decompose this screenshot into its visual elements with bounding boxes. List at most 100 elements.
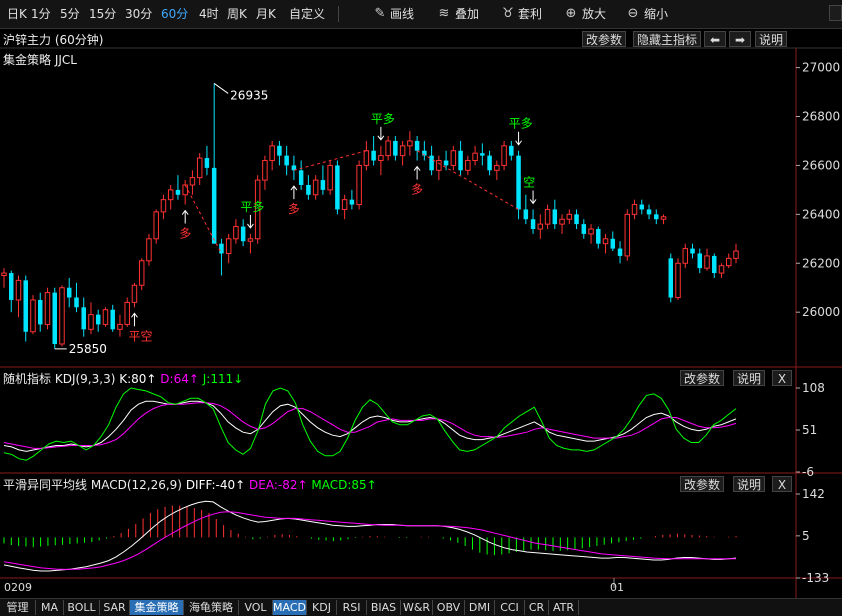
candle-body xyxy=(494,164,500,171)
tab-obv-12[interactable]: OBV xyxy=(433,600,465,615)
tab-atr-16[interactable]: ATR xyxy=(549,600,579,615)
candle xyxy=(102,307,109,327)
signal-label: 平多 xyxy=(371,112,395,126)
tab-rsi-9[interactable]: RSI xyxy=(337,600,367,615)
candle xyxy=(81,297,86,337)
candle-body xyxy=(74,297,79,308)
candle xyxy=(682,243,689,269)
candle-body xyxy=(712,255,717,274)
candle xyxy=(175,175,181,200)
chart-canvas[interactable]: 108 51 -6 142 5 -133 27000 26800 26600 26400 262… xyxy=(0,0,842,615)
candle-body xyxy=(95,314,101,325)
candle xyxy=(225,233,232,264)
candle-body xyxy=(660,216,667,220)
candle-body xyxy=(530,219,536,230)
candle xyxy=(733,243,739,264)
candle xyxy=(95,309,101,332)
candle xyxy=(588,224,594,244)
candle xyxy=(668,253,674,303)
candle-body xyxy=(363,150,370,166)
candle xyxy=(581,219,587,239)
candle-body xyxy=(443,160,449,166)
candle xyxy=(610,231,616,252)
candle-body xyxy=(312,179,319,196)
candle xyxy=(219,238,224,276)
tab-vol-6[interactable]: VOL xyxy=(239,600,273,615)
tab-wr-11[interactable]: W&R xyxy=(401,600,433,615)
candle-body xyxy=(697,253,703,269)
candle-body xyxy=(44,292,51,325)
tab-cci-14[interactable]: CCI xyxy=(495,600,525,615)
candle xyxy=(110,304,115,332)
candle xyxy=(458,140,463,176)
candle xyxy=(356,160,362,210)
candle-body xyxy=(102,309,109,325)
candle-body xyxy=(378,155,384,162)
candle xyxy=(654,209,659,225)
candle-body xyxy=(690,248,695,254)
candle-body xyxy=(399,145,406,157)
tab--4[interactable]: 集金策略 xyxy=(130,600,184,615)
candle xyxy=(465,155,471,176)
tab-boll-2[interactable]: BOLL xyxy=(64,600,100,615)
candle xyxy=(559,214,565,234)
signal-label: 多 xyxy=(288,202,300,216)
candle xyxy=(422,140,427,161)
candle xyxy=(393,136,398,161)
candle xyxy=(23,275,28,342)
candle xyxy=(211,83,217,244)
candle xyxy=(284,145,289,176)
signal-label: 平空 xyxy=(128,329,152,343)
tab-macd-7[interactable]: MACD xyxy=(273,600,307,615)
candle-body xyxy=(487,155,492,171)
candle-body xyxy=(225,238,232,254)
tab-bias-10[interactable]: BIAS xyxy=(367,600,401,615)
tab-dmi-13[interactable]: DMI xyxy=(465,600,495,615)
candle-body xyxy=(566,213,573,220)
tab--5[interactable]: 海龟策略 xyxy=(184,600,239,615)
macd-axis-label: 142 xyxy=(802,487,825,501)
candle-body xyxy=(23,280,28,332)
tab-cr-15[interactable]: CR xyxy=(525,600,549,615)
candle xyxy=(88,302,94,335)
candle-body xyxy=(160,199,167,213)
candle xyxy=(117,314,123,337)
tab-kdj-8[interactable]: KDJ xyxy=(307,600,337,615)
price-axis-label: 27000 xyxy=(802,61,840,75)
candle-body xyxy=(509,145,514,156)
candle-body xyxy=(581,224,587,234)
candle-body xyxy=(371,150,376,161)
indicator-tab-bar: 管理 MA BOLL SAR 集金策略 海龟策略 VOL MACD KDJ RSI BIAS W&R O… xyxy=(0,598,842,616)
macd-axis-label: 5 xyxy=(802,529,810,543)
price-axis-label: 26200 xyxy=(802,256,840,270)
candle-body xyxy=(262,160,268,181)
candle-body xyxy=(1,272,7,276)
candle xyxy=(204,145,210,176)
candle-body xyxy=(167,189,174,201)
candle-body xyxy=(277,145,282,156)
tab-manage-0[interactable]: 管理 xyxy=(0,600,36,615)
candle xyxy=(450,145,457,171)
signal-arrow-up xyxy=(131,312,138,327)
candle xyxy=(480,143,485,166)
candle-body xyxy=(646,209,652,215)
tab-ma-1[interactable]: MA xyxy=(36,600,64,615)
candle-body xyxy=(204,158,210,168)
candle-body xyxy=(284,155,289,166)
candle-body xyxy=(182,184,188,196)
kdj-axis-label: 51 xyxy=(802,423,817,437)
candle xyxy=(675,258,681,300)
candle-body xyxy=(596,229,601,244)
candle-body xyxy=(81,307,86,330)
candle xyxy=(399,140,406,166)
candle xyxy=(660,214,667,225)
tab-sar-3[interactable]: SAR xyxy=(100,600,130,615)
candle xyxy=(240,219,246,247)
candle-body xyxy=(407,140,413,147)
candle-body xyxy=(37,299,43,325)
candle xyxy=(298,160,304,190)
candle xyxy=(15,275,22,318)
candle xyxy=(436,155,442,181)
kdj-line-j xyxy=(3,387,737,461)
date-label-01: 01 xyxy=(610,581,624,594)
